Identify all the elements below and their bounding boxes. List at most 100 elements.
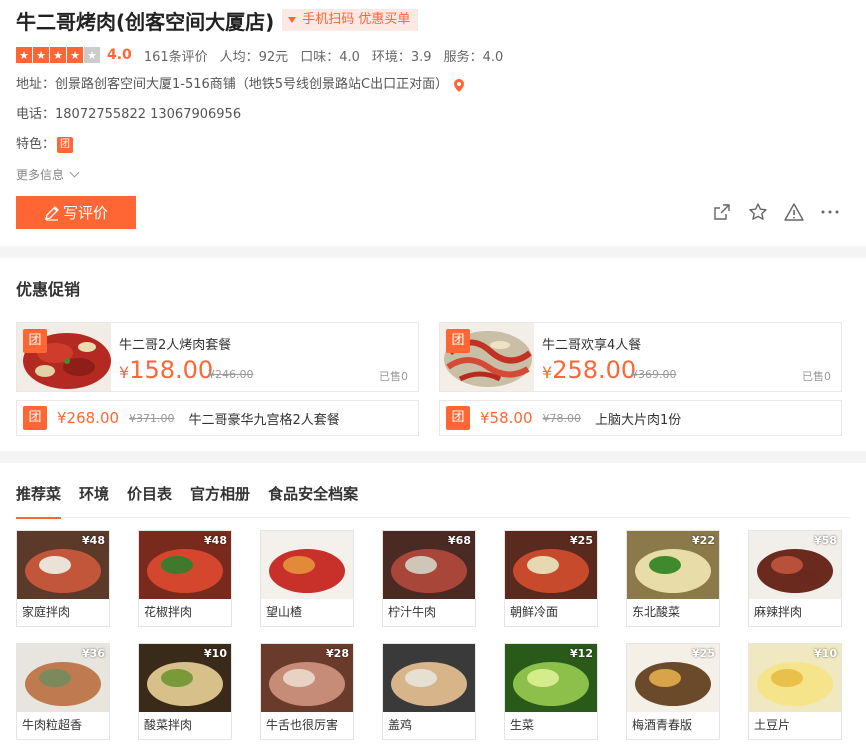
dish-card[interactable]: 盖鸡 [382, 643, 476, 740]
tab-recommended[interactable]: 推荐菜 [16, 483, 62, 519]
address-row: 地址：创景路创客空间大厦1-516商铺（地铁5号线创景路站C出口正对面） [16, 76, 850, 94]
dish-price: ¥58 [814, 534, 837, 547]
star-rating: ★ ★ ★ ★ ★ [16, 47, 101, 63]
dish-photo: ¥48 [139, 531, 231, 599]
dish-card[interactable]: ¥36 牛肉粒超香 [16, 643, 110, 740]
deal-original-price: ¥246.00 [208, 368, 254, 381]
dish-price: ¥48 [204, 534, 227, 547]
promo-deal-row[interactable]: 团 ¥58.00 ¥78.00 上脑大片肉1份 [439, 400, 842, 436]
dish-card[interactable]: ¥22 东北酸菜 [626, 530, 720, 627]
pencil-icon [45, 205, 59, 221]
dish-price: ¥10 [814, 647, 837, 660]
dish-name: 朝鲜冷面 [510, 605, 559, 619]
dish-name: 柠汁牛肉 [388, 605, 437, 619]
dish-photo: ¥12 [505, 644, 597, 712]
dish-card[interactable]: ¥10 土豆片 [748, 643, 842, 740]
scan-pay-label: 手机扫码 优惠买单 [302, 12, 411, 27]
service-score: 服务：4.0 [443, 49, 504, 65]
dish-card[interactable]: ¥25 朝鲜冷面 [504, 530, 598, 627]
dish-card[interactable]: ¥48 家庭拌肉 [16, 530, 110, 627]
address-text: 地址：创景路创客空间大厦1-516商铺（地铁5号线创景路站C出口正对面） [16, 77, 449, 92]
group-buy-badge: 团 [446, 406, 470, 430]
deal-sold-count: 已售0 [802, 370, 831, 383]
shop-title: 牛二哥烤肉(创客空间大厦店) [16, 9, 275, 34]
write-review-button[interactable]: 写评价 [16, 196, 136, 229]
dish-photo: ¥10 [139, 644, 231, 712]
deal-price: ¥58.00 [480, 409, 533, 427]
dish-photo: ¥58 [749, 531, 841, 599]
dish-price: ¥36 [82, 647, 105, 660]
avg-price: 人均：92元 [219, 49, 289, 65]
report-warning-icon[interactable] [784, 202, 804, 222]
dish-photo: ¥22 [627, 531, 719, 599]
deal-photo: 团 [17, 323, 111, 391]
phone-row: 电话：18072755822 13067906956 [16, 106, 850, 124]
dish-name: 望山楂 [266, 605, 303, 619]
dish-name: 土豆片 [754, 718, 791, 732]
dish-price: ¥25 [692, 647, 715, 660]
tab-food-safety[interactable]: 食品安全档案 [268, 483, 358, 518]
deal-name: 牛二哥2人烤肉套餐 [119, 338, 232, 353]
dish-card[interactable]: ¥28 牛舌也很厉害 [260, 643, 354, 740]
star-icon: ★ [67, 47, 83, 63]
dish-photo: ¥28 [261, 644, 353, 712]
location-pin-icon[interactable] [454, 78, 465, 92]
dish-photo: ¥68 [383, 531, 475, 599]
dish-card[interactable]: ¥10 酸菜拌肉 [138, 643, 232, 740]
chevron-down-icon [69, 167, 80, 177]
dish-price: ¥68 [448, 534, 471, 547]
more-info-label: 更多信息 [16, 167, 65, 182]
dish-name: 牛舌也很厉害 [266, 718, 339, 732]
group-buy-badge: 团 [446, 329, 470, 353]
promo-deal-card[interactable]: 团 牛二哥欢享4人餐 ¥258.00 ¥369.00 已售0 [439, 322, 842, 392]
star-icon: ★ [50, 47, 66, 63]
more-dots-icon[interactable] [820, 202, 840, 222]
share-icon[interactable] [712, 202, 732, 222]
dropdown-arrow-icon [288, 17, 297, 23]
feature-label: 特色： [16, 137, 56, 152]
phone-text: 电话：18072755822 13067906956 [16, 107, 242, 122]
promo-deal-card[interactable]: 团 牛二哥2人烤肉套餐 ¥158.00 ¥246.00 已售0 [16, 322, 419, 392]
group-buy-badge: 团 [23, 406, 47, 430]
dish-card[interactable]: 望山楂 [260, 530, 354, 627]
favorite-star-icon[interactable] [748, 202, 768, 222]
taste-score: 口味：4.0 [300, 49, 360, 65]
dish-card[interactable]: ¥58 麻辣拌肉 [748, 530, 842, 627]
dish-photo: ¥36 [17, 644, 109, 712]
deal-photo: 团 [440, 323, 534, 391]
review-count[interactable]: 161条评价 [144, 46, 208, 65]
promo-deal-row[interactable]: 团 ¥268.00 ¥371.00 牛二哥豪华九宫格2人套餐 [16, 400, 419, 436]
deal-sold-count: 已售0 [379, 370, 408, 383]
tab-official-album[interactable]: 官方相册 [190, 483, 250, 518]
dish-name: 盖鸡 [388, 718, 413, 732]
dish-price: ¥48 [82, 534, 105, 547]
star-icon: ★ [33, 47, 49, 63]
dish-photo: ¥48 [17, 531, 109, 599]
scan-pay-badge[interactable]: 手机扫码 优惠买单 [282, 9, 419, 31]
deal-original-price: ¥371.00 [129, 411, 175, 425]
deal-price: ¥158.00 [119, 356, 214, 384]
deal-name: 上脑大片肉1份 [595, 412, 682, 428]
dish-price: ¥10 [204, 647, 227, 660]
tab-price-list[interactable]: 价目表 [127, 483, 172, 518]
dish-photo: ¥25 [627, 644, 719, 712]
dish-price: ¥28 [326, 647, 349, 660]
deal-price: ¥268.00 [57, 409, 120, 427]
rating-row: ★ ★ ★ ★ ★ 4.0 161条评价 人均：92元 口味：4.0 环境：3.… [16, 46, 850, 65]
dish-name: 东北酸菜 [632, 605, 681, 619]
tab-environment[interactable]: 环境 [79, 483, 109, 518]
dish-card[interactable]: ¥25 梅酒青春版 [626, 643, 720, 740]
dish-name: 梅酒青春版 [632, 718, 693, 732]
dish-card[interactable]: ¥48 花椒拌肉 [138, 530, 232, 627]
more-info-toggle[interactable]: 更多信息 [16, 166, 850, 182]
environment-score: 环境：3.9 [371, 49, 432, 65]
dish-price: ¥22 [692, 534, 715, 547]
dish-photo [383, 644, 475, 712]
dish-name: 花椒拌肉 [144, 605, 193, 619]
dish-name: 酸菜拌肉 [144, 718, 193, 732]
deal-name: 牛二哥欢享4人餐 [542, 338, 642, 353]
group-buy-badge: 团 [23, 329, 47, 353]
dish-photo: ¥25 [505, 531, 597, 599]
dish-card[interactable]: ¥68 柠汁牛肉 [382, 530, 476, 627]
dish-card[interactable]: ¥12 生菜 [504, 643, 598, 740]
